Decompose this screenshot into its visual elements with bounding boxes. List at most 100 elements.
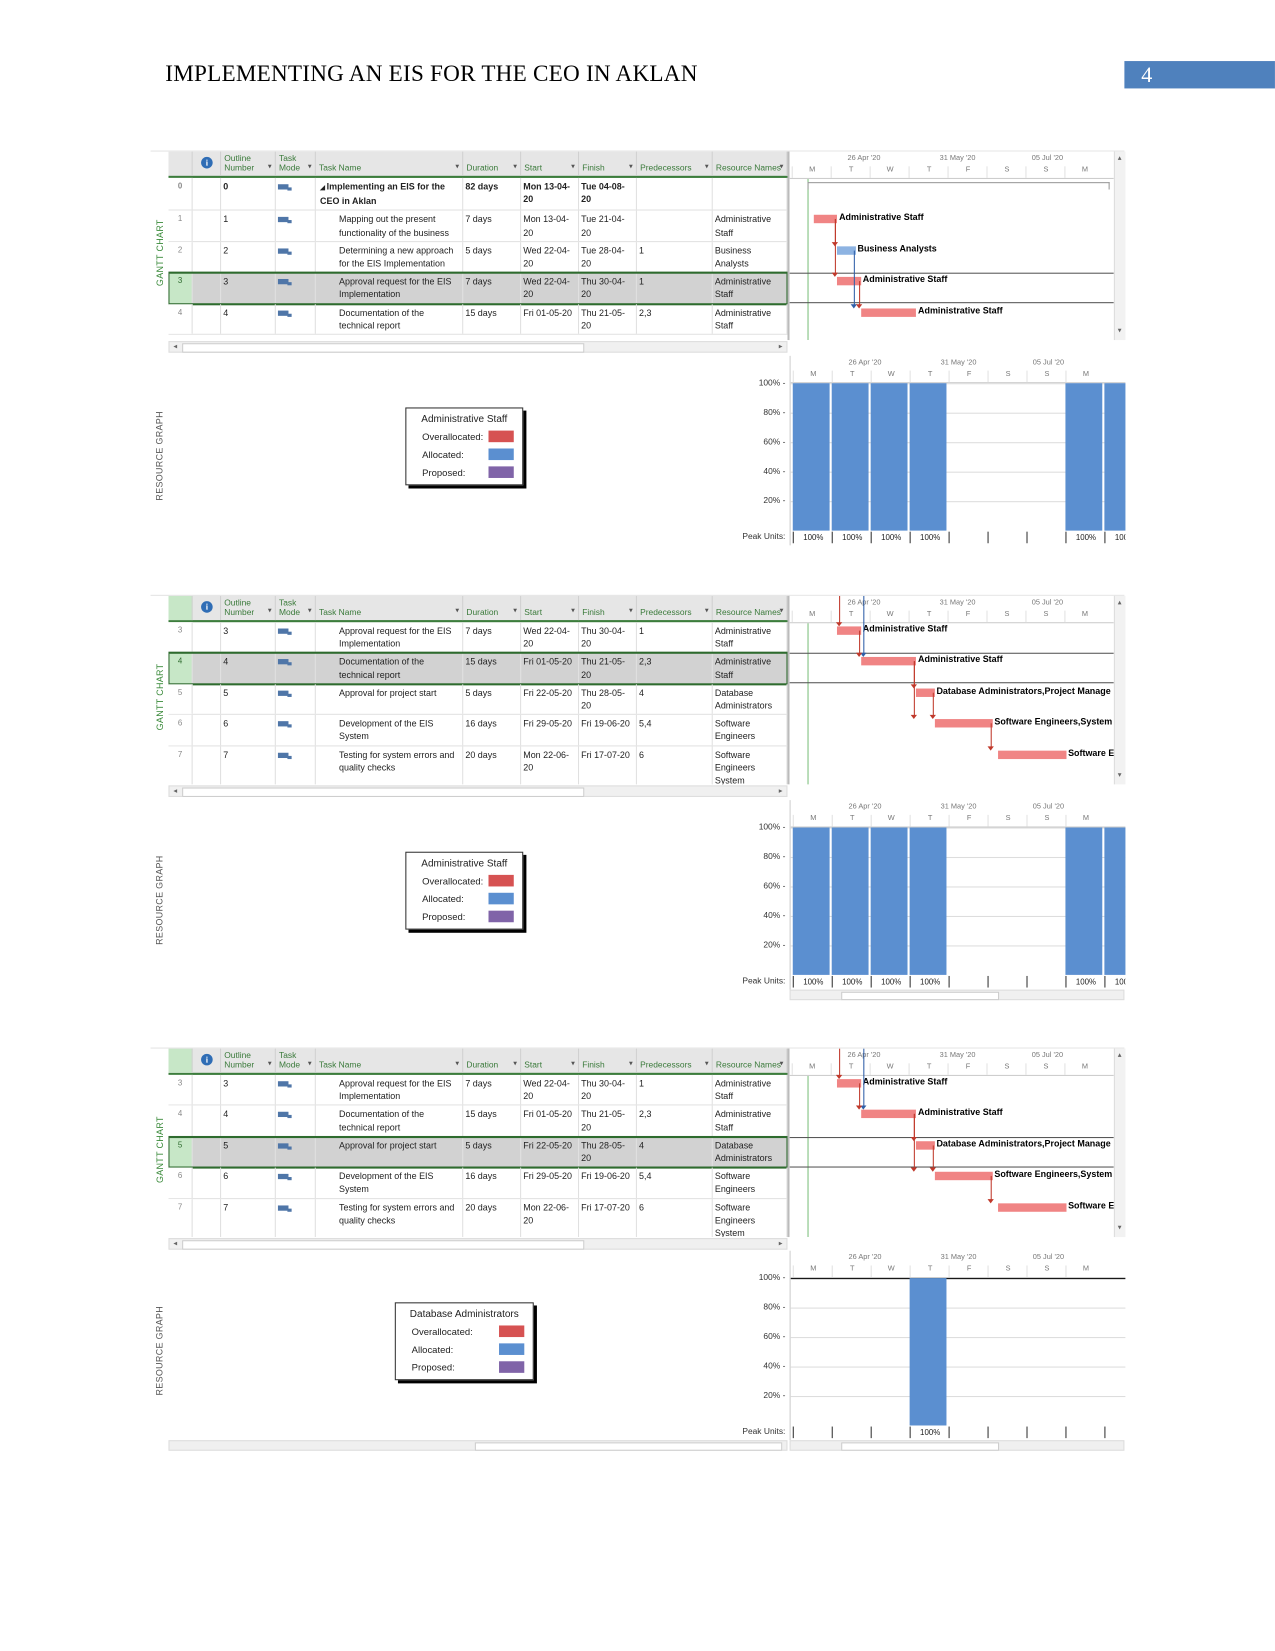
column-header-res[interactable]: Resource Names ▾ <box>713 151 788 176</box>
row-id[interactable]: 7 <box>168 746 193 785</box>
row-id[interactable]: 3 <box>168 622 193 653</box>
row-id[interactable]: 7 <box>168 1198 193 1238</box>
chevron-down-icon[interactable]: ▾ <box>705 162 709 171</box>
task-name-cell[interactable]: Documentation of the technical report <box>316 303 464 334</box>
row-id[interactable]: 4 <box>168 653 193 684</box>
task-name-cell[interactable]: Approval request for the EIS Implementat… <box>316 622 464 653</box>
table-row[interactable]: 6 6 Development of the EIS System 16 days Fr… <box>168 715 788 747</box>
column-header-name[interactable]: Task Name ▾ <box>316 151 464 176</box>
chevron-down-icon[interactable]: ▾ <box>268 606 272 615</box>
table-row[interactable]: 4 4 Documentation of the technical report 1… <box>168 1105 788 1137</box>
column-header-pred[interactable]: Predecessors ▾ <box>637 595 713 621</box>
table-row[interactable]: 4 4 Documentation of the technical report 1… <box>168 303 788 335</box>
scroll-right-icon[interactable]: ▸ <box>776 342 785 351</box>
table-row[interactable]: 7 7 Testing for system errors and quality … <box>168 1198 788 1238</box>
task-bar[interactable] <box>813 214 837 224</box>
scroll-up-icon[interactable]: ▴ <box>1115 1051 1124 1060</box>
task-bar[interactable] <box>836 626 861 635</box>
task-name-cell[interactable]: Approval request for the EIS Implementat… <box>316 1074 464 1105</box>
row-id[interactable]: 5 <box>168 684 193 715</box>
chevron-down-icon[interactable]: ▾ <box>571 162 575 171</box>
scrollbar-thumb[interactable] <box>841 991 1000 1001</box>
task-bar[interactable] <box>997 750 1066 760</box>
column-header-mode[interactable]: Task Mode ▾ <box>276 1048 316 1073</box>
column-header-start[interactable]: Start ▾ <box>521 1048 580 1073</box>
row-id[interactable]: 0 <box>168 177 193 210</box>
gantt-vertical-scrollbar[interactable]: ▴ ▾ <box>1113 1048 1126 1238</box>
chevron-down-icon[interactable]: ▾ <box>308 1059 312 1068</box>
scroll-up-icon[interactable]: ▴ <box>1115 598 1124 607</box>
chevron-down-icon[interactable]: ▾ <box>571 606 575 615</box>
chevron-down-icon[interactable]: ▾ <box>513 606 517 615</box>
table-row[interactable]: 7 7 Testing for system errors and quality … <box>168 746 788 785</box>
chevron-down-icon[interactable]: ▾ <box>705 606 709 615</box>
scrollbar-thumb[interactable] <box>474 1442 783 1451</box>
task-name-cell[interactable]: Approval for project start <box>315 1136 464 1167</box>
column-header-res[interactable]: Resource Names ▾ <box>713 595 788 621</box>
row-id[interactable]: 6 <box>168 715 193 745</box>
table-row[interactable]: 6 6 Development of the EIS System 16 days Fr… <box>168 1167 788 1199</box>
chevron-down-icon[interactable]: ▾ <box>513 162 517 171</box>
task-bar[interactable] <box>934 719 993 728</box>
gantt-vertical-scrollbar[interactable]: ▴ ▾ <box>1113 151 1126 341</box>
scroll-left-icon[interactable]: ◂ <box>171 342 180 351</box>
graph-left-scrollbar[interactable] <box>168 1440 788 1451</box>
chevron-down-icon[interactable]: ▾ <box>513 1059 517 1068</box>
column-header-outline[interactable]: Outline Number ▾ <box>221 1048 276 1073</box>
chevron-down-icon[interactable]: ▾ <box>780 162 784 171</box>
graph-horizontal-scrollbar[interactable] <box>789 989 1125 1001</box>
column-header-name[interactable]: Task Name ▾ <box>316 595 464 621</box>
row-id[interactable]: 3 <box>168 272 193 303</box>
scroll-left-icon[interactable]: ◂ <box>171 1239 180 1248</box>
task-name-cell[interactable]: Documentation of the technical report <box>316 1105 464 1136</box>
column-header-outline[interactable]: Outline Number ▾ <box>221 151 276 176</box>
chevron-down-icon[interactable]: ▾ <box>629 1059 633 1068</box>
scroll-down-icon[interactable]: ▾ <box>1115 326 1124 335</box>
scroll-right-icon[interactable]: ▸ <box>776 786 785 795</box>
table-row[interactable]: 4 4 Documentation of the technical report 1… <box>168 652 788 686</box>
column-header-duration[interactable]: Duration ▾ <box>463 1048 522 1073</box>
chevron-down-icon[interactable]: ▾ <box>268 162 272 171</box>
table-row[interactable]: 2 2 Determining a new approach for the EIS… <box>168 241 788 273</box>
chevron-down-icon[interactable]: ▾ <box>629 606 633 615</box>
table-horizontal-scrollbar[interactable]: ◂ ▸ <box>168 785 788 797</box>
row-id[interactable]: 1 <box>168 210 193 241</box>
task-bar[interactable] <box>997 1203 1066 1212</box>
task-bar[interactable] <box>836 1079 861 1088</box>
table-horizontal-scrollbar[interactable]: ◂ ▸ <box>168 341 788 353</box>
row-id[interactable]: 4 <box>168 1105 193 1136</box>
chevron-down-icon[interactable]: ▾ <box>455 162 459 171</box>
task-name-cell[interactable]: Determining a new approach for the EIS I… <box>316 241 464 272</box>
chevron-down-icon[interactable]: ▾ <box>780 606 784 615</box>
scrollbar-thumb[interactable] <box>841 1442 1000 1451</box>
column-header-finish[interactable]: Finish ▾ <box>579 595 637 621</box>
column-header-finish[interactable]: Finish ▾ <box>579 1048 637 1073</box>
table-row[interactable]: 1 1 Mapping out the present functionality … <box>168 210 788 242</box>
task-name-cell[interactable]: Approval for project start <box>316 684 464 715</box>
task-name-cell[interactable]: Documentation of the technical report <box>315 653 464 684</box>
chevron-down-icon[interactable]: ▾ <box>780 1059 784 1068</box>
table-row[interactable]: 0 0 ◢ Implementing an EIS for the CEO in A… <box>168 177 788 211</box>
table-row[interactable]: 3 3 Approval request for the EIS Implement… <box>168 1074 788 1106</box>
chevron-down-icon[interactable]: ▾ <box>308 606 312 615</box>
scrollbar-thumb[interactable] <box>182 787 585 797</box>
task-bar[interactable] <box>860 1109 916 1119</box>
task-bar[interactable] <box>860 308 916 317</box>
row-id[interactable]: 3 <box>168 1074 193 1105</box>
task-name-cell[interactable]: Approval request for the EIS Implementat… <box>315 272 464 303</box>
column-header-duration[interactable]: Duration ▾ <box>463 151 522 176</box>
table-row[interactable]: 3 3 Approval request for the EIS Implement… <box>168 622 788 654</box>
table-row[interactable]: 5 5 Approval for project start 5 days Fri 22… <box>168 684 788 716</box>
scroll-right-icon[interactable]: ▸ <box>776 1239 785 1248</box>
scroll-up-icon[interactable]: ▴ <box>1115 154 1124 163</box>
column-header-start[interactable]: Start ▾ <box>521 595 580 621</box>
chevron-down-icon[interactable]: ▾ <box>455 606 459 615</box>
scroll-left-icon[interactable]: ◂ <box>171 786 180 795</box>
chevron-down-icon[interactable]: ▾ <box>629 162 633 171</box>
column-header-duration[interactable]: Duration ▾ <box>463 595 522 621</box>
column-header-info[interactable]: i <box>193 151 222 176</box>
task-name-cell[interactable]: ◢ Implementing an EIS for the CEO in Akl… <box>316 177 464 210</box>
column-header-info[interactable]: i <box>193 595 222 621</box>
scrollbar-thumb[interactable] <box>182 1240 585 1250</box>
column-header-pred[interactable]: Predecessors ▾ <box>637 1048 713 1073</box>
